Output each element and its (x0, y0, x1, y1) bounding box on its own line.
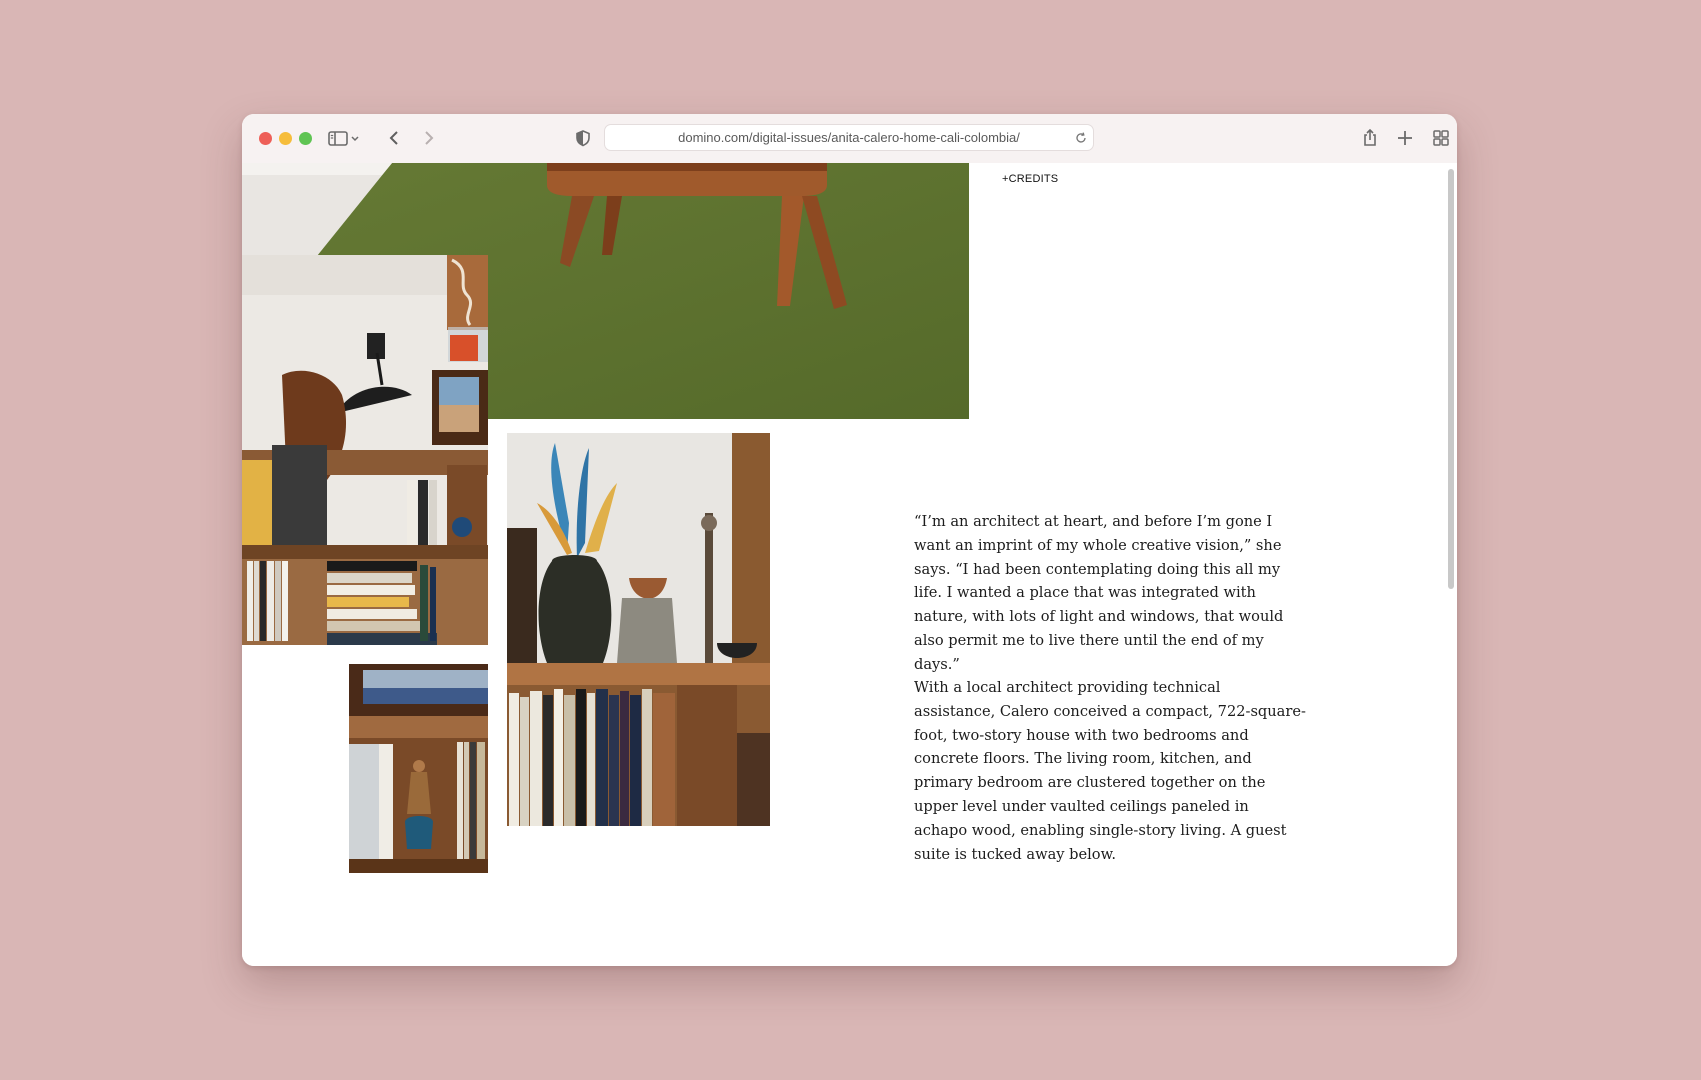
address-bar[interactable]: domino.com/digital-issues/anita-calero-h… (604, 124, 1094, 151)
chevron-down-icon[interactable] (348, 126, 362, 150)
article-paragraph-1: “I’m an architect at heart, and before I… (914, 510, 1306, 677)
scrollbar-thumb[interactable] (1448, 169, 1454, 589)
close-window-button[interactable] (259, 132, 272, 145)
paragraph-text: “I’m an architect at heart, and before I… (914, 513, 1284, 673)
credits-toggle[interactable]: +CREDITS (1002, 173, 1058, 185)
shelf-lamp-photo: V (242, 255, 488, 645)
vase-bookshelf-photo (507, 433, 770, 826)
plus-icon[interactable] (1393, 126, 1417, 150)
paragraph-text: With a local architect providing technic… (914, 679, 1306, 863)
share-icon[interactable] (1358, 126, 1382, 150)
back-icon[interactable] (382, 126, 406, 150)
article-paragraph-2: With a local architect providing technic… (914, 676, 1306, 866)
figurine-shelf-photo (349, 664, 488, 873)
minimize-window-button[interactable] (279, 132, 292, 145)
browser-window: domino.com/digital-issues/anita-calero-h… (242, 114, 1457, 966)
page-content: V (242, 163, 1457, 966)
url-text: domino.com/digital-issues/anita-calero-h… (678, 130, 1020, 145)
reload-icon[interactable] (1073, 130, 1089, 146)
browser-toolbar: domino.com/digital-issues/anita-calero-h… (242, 114, 1457, 164)
tab-overview-icon[interactable] (1429, 126, 1453, 150)
privacy-shield-icon[interactable] (571, 126, 595, 150)
sidebar-icon[interactable] (326, 126, 350, 150)
zoom-window-button[interactable] (299, 132, 312, 145)
forward-icon[interactable] (417, 126, 441, 150)
